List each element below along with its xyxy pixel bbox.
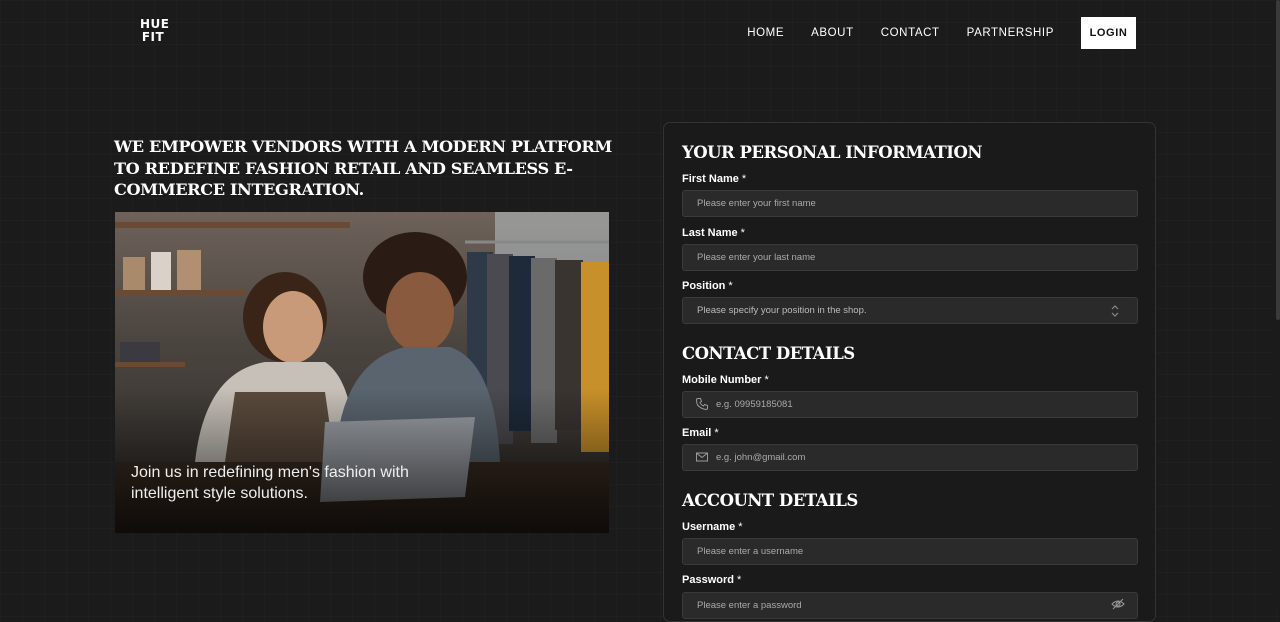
nav-about[interactable]: ABOUT (811, 27, 854, 39)
account-details-heading: ACCOUNT DETAILS (682, 491, 858, 510)
last-name-input[interactable] (682, 244, 1138, 271)
username-label: Username * (682, 521, 742, 533)
mobile-label-text: Mobile Number (682, 374, 762, 386)
required-mark: * (738, 521, 743, 533)
logo-line-2: FIT (141, 30, 165, 44)
logo[interactable]: HUE FIT (140, 18, 169, 50)
main-nav: HOME ABOUT CONTACT PARTNERSHIP LOGIN (747, 17, 1136, 49)
required-mark: * (736, 574, 742, 586)
required-mark: * (741, 173, 747, 185)
password-label: Password * (682, 574, 741, 586)
last-name-label-text: Last Name (682, 227, 738, 239)
first-name-label: First Name * (682, 173, 746, 185)
contact-details-heading: CONTACT DETAILS (682, 344, 855, 363)
scrollbar-thumb[interactable] (1276, 0, 1280, 320)
hero-headline: WE EMPOWER VENDORS WITH A MODERN PLATFOR… (114, 137, 612, 199)
eye-off-icon[interactable] (1111, 597, 1125, 611)
required-mark: * (714, 427, 719, 439)
position-label-text: Position (682, 280, 726, 292)
page-scrollbar[interactable] (1274, 0, 1280, 607)
nav-home[interactable]: HOME (747, 27, 784, 39)
email-label: Email * (682, 427, 719, 439)
required-mark: * (764, 374, 769, 386)
email-input[interactable] (682, 444, 1138, 471)
username-label-text: Username (682, 521, 736, 533)
phone-icon (695, 398, 708, 411)
password-label-text: Password (682, 574, 734, 586)
password-input[interactable] (682, 592, 1138, 619)
username-input[interactable] (682, 538, 1138, 565)
personal-info-heading: YOUR PERSONAL INFORMATION (682, 143, 982, 162)
last-name-label: Last Name * (682, 227, 745, 239)
nav-partnership[interactable]: PARTNERSHIP (967, 27, 1054, 39)
mobile-input[interactable] (682, 391, 1138, 418)
first-name-input[interactable] (682, 190, 1138, 217)
hero-photo: Join us in redefining men's fashion with… (115, 212, 609, 533)
mail-icon (696, 452, 708, 462)
required-mark: * (728, 280, 733, 292)
mobile-label: Mobile Number * (682, 374, 769, 386)
hero-caption: Join us in redefining men's fashion with… (131, 464, 409, 502)
chevron-updown-icon (1111, 305, 1119, 317)
position-select[interactable]: Please specify your position in the shop… (682, 297, 1138, 324)
required-mark: * (740, 227, 745, 239)
first-name-label-text: First Name (682, 173, 739, 185)
position-label: Position * (682, 280, 733, 292)
position-select-placeholder: Please specify your position in the shop… (697, 305, 867, 316)
email-label-text: Email (682, 427, 712, 439)
nav-contact[interactable]: CONTACT (881, 27, 940, 39)
login-button[interactable]: LOGIN (1081, 17, 1136, 49)
vendor-registration-form: YOUR PERSONAL INFORMATION First Name* La… (663, 122, 1156, 622)
